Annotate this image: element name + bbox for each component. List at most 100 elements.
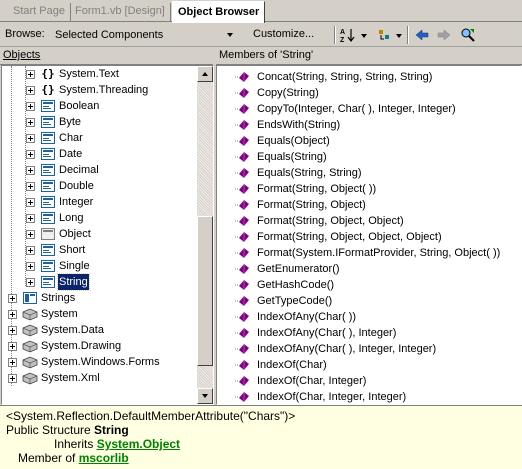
object-tree-item[interactable]: String <box>2 273 197 291</box>
member-list-item[interactable]: Format(String, Object) <box>217 197 521 213</box>
expand-plus-icon[interactable] <box>26 150 35 159</box>
object-tree-item[interactable]: {} System.Text <box>2 66 197 82</box>
object-tree-item[interactable]: {} System.Threading <box>2 82 197 98</box>
expand-plus-icon[interactable] <box>8 326 17 335</box>
expand-plus-icon[interactable] <box>26 182 35 191</box>
expand-plus-icon[interactable] <box>26 214 35 223</box>
inherits-link[interactable]: System.Object <box>97 437 180 451</box>
member-list-item[interactable]: IndexOfAny(Char( ), Integer) <box>217 325 521 341</box>
method-icon <box>235 102 251 116</box>
member-list-item[interactable]: Equals(String, String) <box>217 165 521 181</box>
object-tree-item[interactable]: Object <box>2 226 197 242</box>
object-tree-item[interactable]: System.Windows.Forms <box>2 354 197 370</box>
member-label: Equals(Object) <box>257 135 330 147</box>
group-members-icon[interactable] <box>376 27 392 43</box>
expand-plus-icon[interactable] <box>26 70 35 79</box>
member-list-item[interactable]: IndexOfAny(Char( ), Integer, Integer) <box>217 341 521 357</box>
expand-plus-icon[interactable] <box>26 246 35 255</box>
member-list-item[interactable]: Format(String, Object, Object) <box>217 213 521 229</box>
tab-form1-design[interactable]: Form1.vb [Design] <box>70 3 171 22</box>
sort-icon[interactable]: A Z <box>340 27 356 44</box>
object-tree-item[interactable]: System.Data <box>2 322 197 338</box>
sort-dropdown-icon[interactable] <box>361 34 367 38</box>
group-dropdown-icon[interactable] <box>396 34 402 38</box>
assembly-icon <box>22 307 38 321</box>
expand-plus-icon[interactable] <box>26 102 35 111</box>
object-tree-item[interactable]: Integer <box>2 194 197 210</box>
expand-plus-icon[interactable] <box>8 342 17 351</box>
object-tree-item[interactable]: Date <box>2 146 197 162</box>
objects-tree[interactable]: {} System.Text {} System.Threading Boolean By… <box>1 65 214 405</box>
toolbar-separator-2 <box>407 26 409 44</box>
member-list-item[interactable]: GetTypeCode() <box>217 293 521 309</box>
scroll-up-button[interactable] <box>197 66 213 82</box>
object-tree-item[interactable]: Strings <box>2 290 197 306</box>
expand-plus-icon[interactable] <box>8 374 17 383</box>
expand-plus-icon[interactable] <box>26 198 35 207</box>
member-list-item[interactable]: CopyTo(Integer, Char( ), Integer, Intege… <box>217 101 521 117</box>
object-tree-item[interactable]: System.Drawing <box>2 338 197 354</box>
description-pane: <System.Reflection.DefaultMemberAttribut… <box>0 405 522 469</box>
object-tree-item[interactable]: Decimal <box>2 162 197 178</box>
member-list-item[interactable]: GetHashCode() <box>217 277 521 293</box>
object-tree-item[interactable]: Byte <box>2 114 197 130</box>
assembly-icon <box>22 355 38 369</box>
browse-dropdown[interactable]: Selected Components <box>50 25 238 45</box>
object-tree-item[interactable]: System <box>2 306 197 322</box>
object-tree-item[interactable]: Boolean <box>2 98 197 114</box>
object-tree-item[interactable]: Single <box>2 258 197 274</box>
scroll-thumb[interactable] <box>197 216 213 366</box>
inherits-line: Inherits System.Object <box>54 437 180 451</box>
member-list-item[interactable]: IndexOf(Char, Integer) <box>217 373 521 389</box>
customize-button[interactable]: Customize... <box>250 26 317 44</box>
expand-plus-icon[interactable] <box>26 262 35 271</box>
expand-plus-icon[interactable] <box>26 166 35 175</box>
member-list-item[interactable]: IndexOfAny(Char( )) <box>217 309 521 325</box>
member-list-item[interactable]: GetEnumerator() <box>217 261 521 277</box>
member-list-item[interactable]: Concat(String, String, String, String) <box>217 69 521 85</box>
object-browser-toolbar: Browse: Selected Components Customize...… <box>0 23 522 47</box>
member-list-item[interactable]: IndexOf(Char) <box>217 357 521 373</box>
object-tree-item[interactable]: Char <box>2 130 197 146</box>
members-pane-title: Members of 'String' <box>219 49 314 61</box>
member-of-link[interactable]: mscorlib <box>79 451 129 465</box>
members-pane-header: Members of 'String' <box>216 48 522 65</box>
member-list-item[interactable]: Format(String, Object, Object, Object) <box>217 229 521 245</box>
expand-plus-icon[interactable] <box>26 278 35 287</box>
scroll-down-button[interactable] <box>197 388 213 404</box>
tab-object-browser[interactable]: Object Browser <box>172 1 266 23</box>
expand-plus-icon[interactable] <box>8 294 17 303</box>
member-list-item[interactable]: Format(System.IFormatProvider, String, O… <box>217 245 521 261</box>
object-tree-item[interactable]: Double <box>2 178 197 194</box>
method-icon <box>235 342 251 356</box>
expand-plus-icon[interactable] <box>26 134 35 143</box>
back-icon[interactable] <box>414 27 430 43</box>
method-icon <box>235 358 251 372</box>
expand-plus-icon[interactable] <box>26 86 35 95</box>
expand-plus-icon[interactable] <box>26 230 35 239</box>
member-list-item[interactable]: EndsWith(String) <box>217 117 521 133</box>
class-icon <box>40 227 56 241</box>
object-tree-item-label: System.Drawing <box>41 340 122 352</box>
expand-plus-icon[interactable] <box>26 118 35 127</box>
member-list-item[interactable]: Format(String, Object( )) <box>217 181 521 197</box>
tab-start-page[interactable]: Start Page <box>8 3 71 22</box>
member-list-item[interactable]: Equals(Object) <box>217 133 521 149</box>
expand-plus-icon[interactable] <box>8 358 17 367</box>
member-list-item[interactable]: Copy(String) <box>217 85 521 101</box>
assembly-icon <box>22 339 38 353</box>
chevron-down-icon <box>227 33 233 37</box>
member-label: GetTypeCode() <box>257 295 333 307</box>
objects-scrollbar[interactable] <box>197 66 213 404</box>
object-tree-item[interactable]: Short <box>2 242 197 258</box>
expand-plus-icon[interactable] <box>8 310 17 319</box>
module-icon <box>22 291 38 305</box>
members-list[interactable]: Concat(String, String, String, String) Co… <box>216 65 522 405</box>
find-symbol-icon[interactable] <box>460 27 476 43</box>
object-tree-item[interactable]: Long <box>2 210 197 226</box>
object-tree-item[interactable]: System.Xml <box>2 370 197 386</box>
member-label: IndexOf(Char) <box>257 359 327 371</box>
member-list-item[interactable]: IndexOf(Char, Integer, Integer) <box>217 389 521 404</box>
structure-icon <box>40 179 56 193</box>
member-list-item[interactable]: Equals(String) <box>217 149 521 165</box>
